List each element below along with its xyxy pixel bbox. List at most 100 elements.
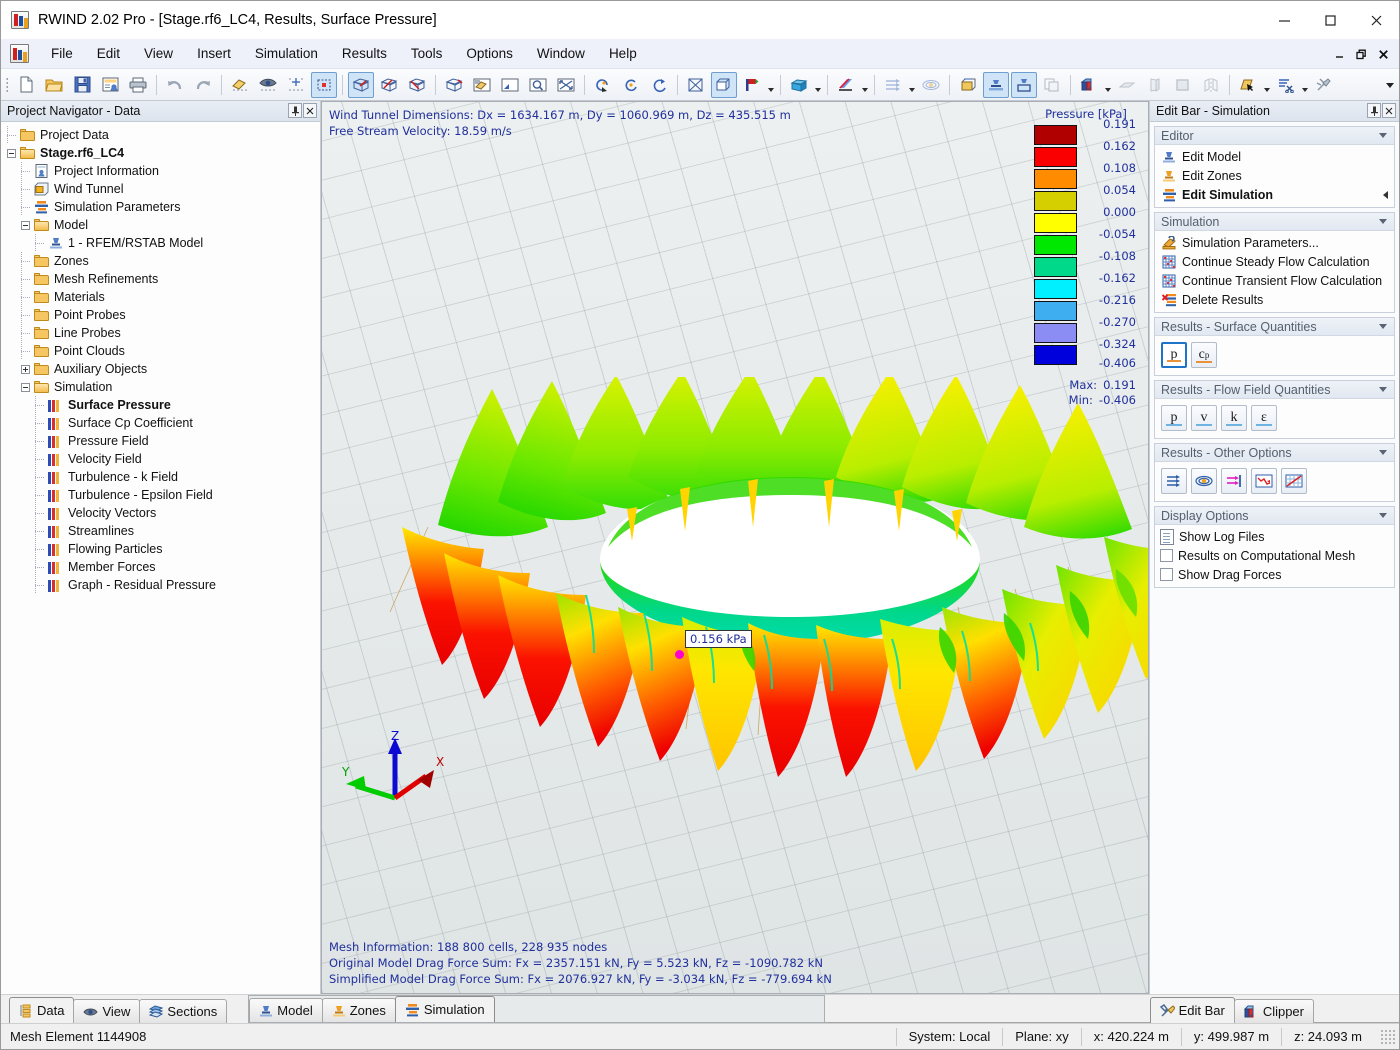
- mesh-zone-icon[interactable]: [1011, 71, 1037, 98]
- project-tree[interactable]: Project Data Stage.rf6_LC4 Project Informa…: [1, 122, 320, 994]
- tab-edit-bar[interactable]: Edit Bar: [1149, 997, 1235, 1023]
- mdi-restore-icon[interactable]: [1351, 43, 1371, 65]
- print-icon[interactable]: [125, 72, 151, 98]
- open-folder-icon[interactable]: [41, 72, 67, 98]
- rotate-around-icon[interactable]: [646, 72, 672, 98]
- chevron-down-icon[interactable]: [1379, 219, 1387, 224]
- tab-view[interactable]: View: [73, 999, 141, 1023]
- flow-velocity-icon[interactable]: v: [1191, 405, 1217, 431]
- mesh-surface-icon[interactable]: [955, 72, 981, 98]
- pointer-surface-dropdown-icon[interactable]: [1262, 72, 1272, 98]
- group-header[interactable]: Results - Surface Quantities: [1155, 318, 1394, 336]
- turbulence-k-icon[interactable]: k: [1221, 405, 1247, 431]
- velocity-vectors-icon[interactable]: [1161, 468, 1187, 494]
- tree-item-turbulence-k-field[interactable]: Turbulence - k Field: [7, 468, 320, 486]
- menu-help[interactable]: Help: [597, 42, 649, 65]
- edit-bar-item-edit-model[interactable]: Edit Model: [1155, 147, 1394, 166]
- tree-item-flowing-particles[interactable]: Flowing Particles: [7, 540, 320, 558]
- surface-pressure-model[interactable]: [380, 377, 1149, 777]
- turbulence-epsilon-icon[interactable]: ε: [1251, 405, 1277, 431]
- menu-window[interactable]: Window: [525, 42, 597, 65]
- chevron-down-icon[interactable]: [1379, 513, 1387, 518]
- rotate-left-icon[interactable]: [590, 72, 616, 98]
- tree-item-point-clouds[interactable]: Point Clouds: [7, 342, 320, 360]
- tree-item-line-probes[interactable]: Line Probes: [7, 324, 320, 342]
- group-header[interactable]: Editor: [1155, 127, 1394, 145]
- menu-insert[interactable]: Insert: [185, 42, 243, 65]
- box-render-icon[interactable]: [786, 72, 812, 98]
- tree-item-velocity-field[interactable]: Velocity Field: [7, 450, 320, 468]
- maximize-icon[interactable]: [1307, 1, 1353, 39]
- expand-left-icon[interactable]: [1383, 191, 1388, 199]
- probe-point-marker[interactable]: [675, 650, 684, 659]
- tree-item-velocity-vectors[interactable]: Velocity Vectors: [7, 504, 320, 522]
- tree-item-auxiliary-objects[interactable]: Auxiliary Objects: [7, 360, 320, 378]
- undo-icon[interactable]: [162, 72, 188, 98]
- tab-zones[interactable]: Zones: [321, 998, 396, 1022]
- tree-item-1-rfem-rstab-model[interactable]: 1 - RFEM/RSTAB Model: [7, 234, 320, 252]
- pin-icon[interactable]: [1367, 103, 1381, 118]
- toolbar-grip[interactable]: [3, 75, 10, 95]
- display-option-results-on-computational-mesh[interactable]: Results on Computational Mesh: [1155, 546, 1394, 565]
- menu-tools[interactable]: Tools: [399, 42, 455, 65]
- tree-item-simulation[interactable]: Simulation: [7, 378, 320, 396]
- tree-item-member-forces[interactable]: Member Forces: [7, 558, 320, 576]
- close-icon[interactable]: [1382, 103, 1396, 118]
- chevron-down-icon[interactable]: [1379, 324, 1387, 329]
- edit-bar-item-delete-results[interactable]: Delete Results: [1155, 290, 1394, 309]
- tree-item-stage-rf6-lc4[interactable]: Stage.rf6_LC4: [7, 144, 320, 162]
- zoom-fit-icon[interactable]: [553, 72, 579, 98]
- close-icon[interactable]: [1353, 1, 1399, 39]
- toolbar-overflow-icon[interactable]: [1384, 75, 1396, 95]
- select-region-icon[interactable]: [311, 71, 337, 98]
- diagram-icon[interactable]: [1281, 468, 1307, 494]
- rotate-right-icon[interactable]: [618, 72, 644, 98]
- flowing-particles-icon[interactable]: [1191, 468, 1217, 494]
- new-file-icon[interactable]: [13, 72, 39, 98]
- status-plane[interactable]: Plane: xy: [1002, 1027, 1080, 1046]
- residual-graph-icon[interactable]: [1251, 468, 1277, 494]
- close-icon[interactable]: [303, 103, 317, 118]
- tab-simulation[interactable]: Simulation: [394, 996, 495, 1022]
- save-icon[interactable]: [69, 72, 95, 98]
- tree-item-streamlines[interactable]: Streamlines: [7, 522, 320, 540]
- flow-arrows-icon[interactable]: [880, 72, 906, 98]
- snap-grid-icon[interactable]: [283, 72, 309, 98]
- visibility-eye-icon[interactable]: [255, 72, 281, 98]
- color-flag-dropdown-icon[interactable]: [766, 72, 776, 98]
- render-shaded-icon[interactable]: [227, 72, 253, 98]
- clean-icon[interactable]: [1311, 72, 1337, 98]
- flow-arrows-dropdown-icon[interactable]: [907, 72, 917, 98]
- scissors-dropdown-icon[interactable]: [1300, 72, 1310, 98]
- solid-box-icon[interactable]: [711, 71, 737, 98]
- mdi-minimize-icon[interactable]: [1329, 43, 1349, 65]
- tree-item-project-information[interactable]: Project Information: [7, 162, 320, 180]
- flow-pressure-icon[interactable]: p: [1161, 405, 1187, 431]
- project-info-icon[interactable]: [97, 72, 123, 98]
- pin-icon[interactable]: [288, 103, 302, 118]
- view-front-icon[interactable]: [376, 72, 402, 98]
- scissors-icon[interactable]: [1273, 72, 1299, 98]
- menu-options[interactable]: Options: [454, 42, 525, 65]
- redo-icon[interactable]: [190, 72, 216, 98]
- box-render-dropdown-icon[interactable]: [813, 72, 823, 98]
- pointer-surface-icon[interactable]: [1235, 72, 1261, 98]
- section-icon[interactable]: [1142, 72, 1168, 98]
- edit-bar-item-continue-steady-flow-calculation[interactable]: Continue Steady Flow Calculation: [1155, 252, 1394, 271]
- chevron-down-icon[interactable]: [1379, 133, 1387, 138]
- chevron-down-icon[interactable]: [1379, 387, 1387, 392]
- plane-icon[interactable]: [1114, 72, 1140, 98]
- cp-coefficient-icon[interactable]: cp: [1191, 342, 1217, 368]
- fill-icon[interactable]: [1170, 72, 1196, 98]
- chevron-down-icon[interactable]: [1379, 450, 1387, 455]
- tree-expander-minus-icon[interactable]: [21, 382, 30, 392]
- tree-item-turbulence-epsilon-field[interactable]: Turbulence - Epsilon Field: [7, 486, 320, 504]
- mirror-icon[interactable]: [1198, 72, 1224, 98]
- tree-item-surface-pressure[interactable]: Surface Pressure: [7, 396, 320, 414]
- checkbox[interactable]: [1160, 568, 1173, 581]
- shading-icon[interactable]: [469, 72, 495, 98]
- edit-bar-item-continue-transient-flow-calculation[interactable]: Continue Transient Flow Calculation: [1155, 271, 1394, 290]
- group-header[interactable]: Display Options: [1155, 507, 1394, 525]
- edit-bar-item-edit-simulation[interactable]: Edit Simulation: [1155, 185, 1394, 204]
- clipper-box-icon[interactable]: [1076, 72, 1102, 98]
